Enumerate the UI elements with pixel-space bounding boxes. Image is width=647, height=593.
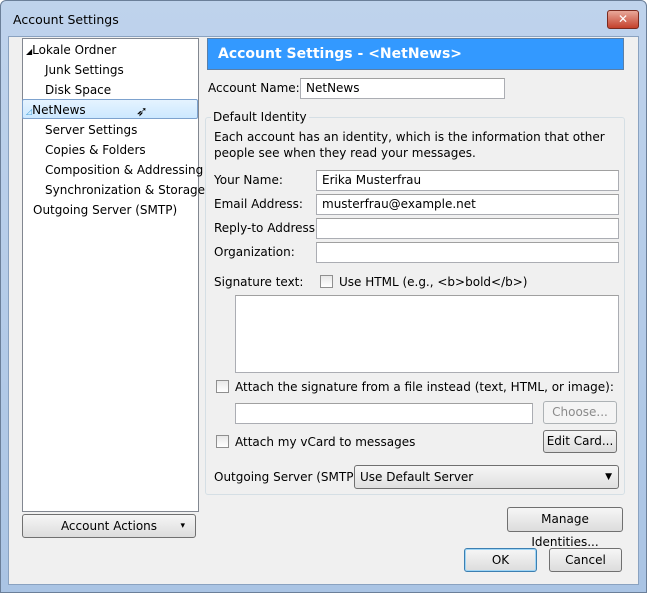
tree-item-disk-space[interactable]: Disk Space xyxy=(23,80,198,100)
attach-vcard-checkbox[interactable] xyxy=(216,435,229,448)
tree-item-synchronization-storage[interactable]: Synchronization & Storage xyxy=(23,180,205,200)
tree-item-outgoing-server[interactable]: Outgoing Server (SMTP) xyxy=(23,200,198,220)
reply-to-input[interactable] xyxy=(316,218,619,239)
attach-vcard-label[interactable]: Attach my vCard to messages xyxy=(235,435,415,449)
signature-textarea[interactable] xyxy=(235,295,619,373)
tree-item-lokale-ordner[interactable]: ◢Lokale Ordner xyxy=(23,40,198,60)
dropdown-arrow-icon: ▼ xyxy=(605,472,612,482)
tree-item-netnews[interactable]: ◿NetNews ➶ xyxy=(22,99,198,120)
account-actions-label: Account Actions xyxy=(60,519,158,533)
reply-to-label: Reply-to Address: xyxy=(214,221,320,235)
mouse-cursor-icon: ➶ xyxy=(136,104,148,120)
cancel-button[interactable]: Cancel xyxy=(549,548,622,572)
ok-button[interactable]: OK xyxy=(464,548,537,572)
tree-item-junk-settings[interactable]: Junk Settings xyxy=(23,60,198,80)
manage-identities-button[interactable]: Manage Identities... xyxy=(507,507,623,549)
account-name-input[interactable]: NetNews xyxy=(300,78,505,99)
tree-item-label: NetNews xyxy=(32,103,86,117)
signature-text-label: Signature text: xyxy=(214,275,304,289)
page-title: Account Settings - <NetNews> xyxy=(207,38,624,70)
organization-input[interactable] xyxy=(316,242,619,263)
signature-file-input[interactable] xyxy=(235,403,533,424)
window-title: Account Settings xyxy=(13,12,119,27)
use-html-label[interactable]: Use HTML (e.g., <b>bold</b>) xyxy=(339,275,527,289)
dropdown-arrow-icon: ▾ xyxy=(180,521,185,531)
outgoing-server-select[interactable]: Use Default Server ▼ xyxy=(354,465,619,489)
attach-signature-label[interactable]: Attach the signature from a file instead… xyxy=(235,380,614,394)
account-name-label: Account Name: xyxy=(208,81,300,95)
account-actions-button[interactable]: Account Actions ▾ xyxy=(22,514,196,538)
tree-item-composition-addressing[interactable]: Composition & Addressing xyxy=(23,160,203,180)
account-tree[interactable]: ◢Lokale Ordner Junk Settings Disk Space … xyxy=(22,38,205,512)
tree-item-server-settings[interactable]: Server Settings xyxy=(23,120,198,140)
your-name-label: Your Name: xyxy=(214,173,283,187)
choose-button[interactable]: Choose... xyxy=(543,401,617,424)
edit-card-button[interactable]: Edit Card... xyxy=(543,430,617,453)
tree-item-label: Lokale Ordner xyxy=(32,43,117,57)
email-input[interactable]: musterfrau@example.net xyxy=(316,194,619,215)
close-button[interactable]: ✕ xyxy=(607,10,639,29)
attach-signature-checkbox[interactable] xyxy=(216,380,229,393)
organization-label: Organization: xyxy=(214,245,295,259)
your-name-input[interactable]: Erika Musterfrau xyxy=(316,170,619,191)
group-legend: Default Identity xyxy=(211,110,309,124)
outgoing-server-label: Outgoing Server (SMTP): xyxy=(214,470,363,484)
identity-description: Each account has an identity, which is t… xyxy=(214,130,605,160)
tree-item-copies-folders[interactable]: Copies & Folders xyxy=(23,140,198,160)
outgoing-server-value: Use Default Server xyxy=(360,470,474,484)
use-html-checkbox[interactable] xyxy=(320,275,333,288)
email-label: Email Address: xyxy=(214,197,303,211)
